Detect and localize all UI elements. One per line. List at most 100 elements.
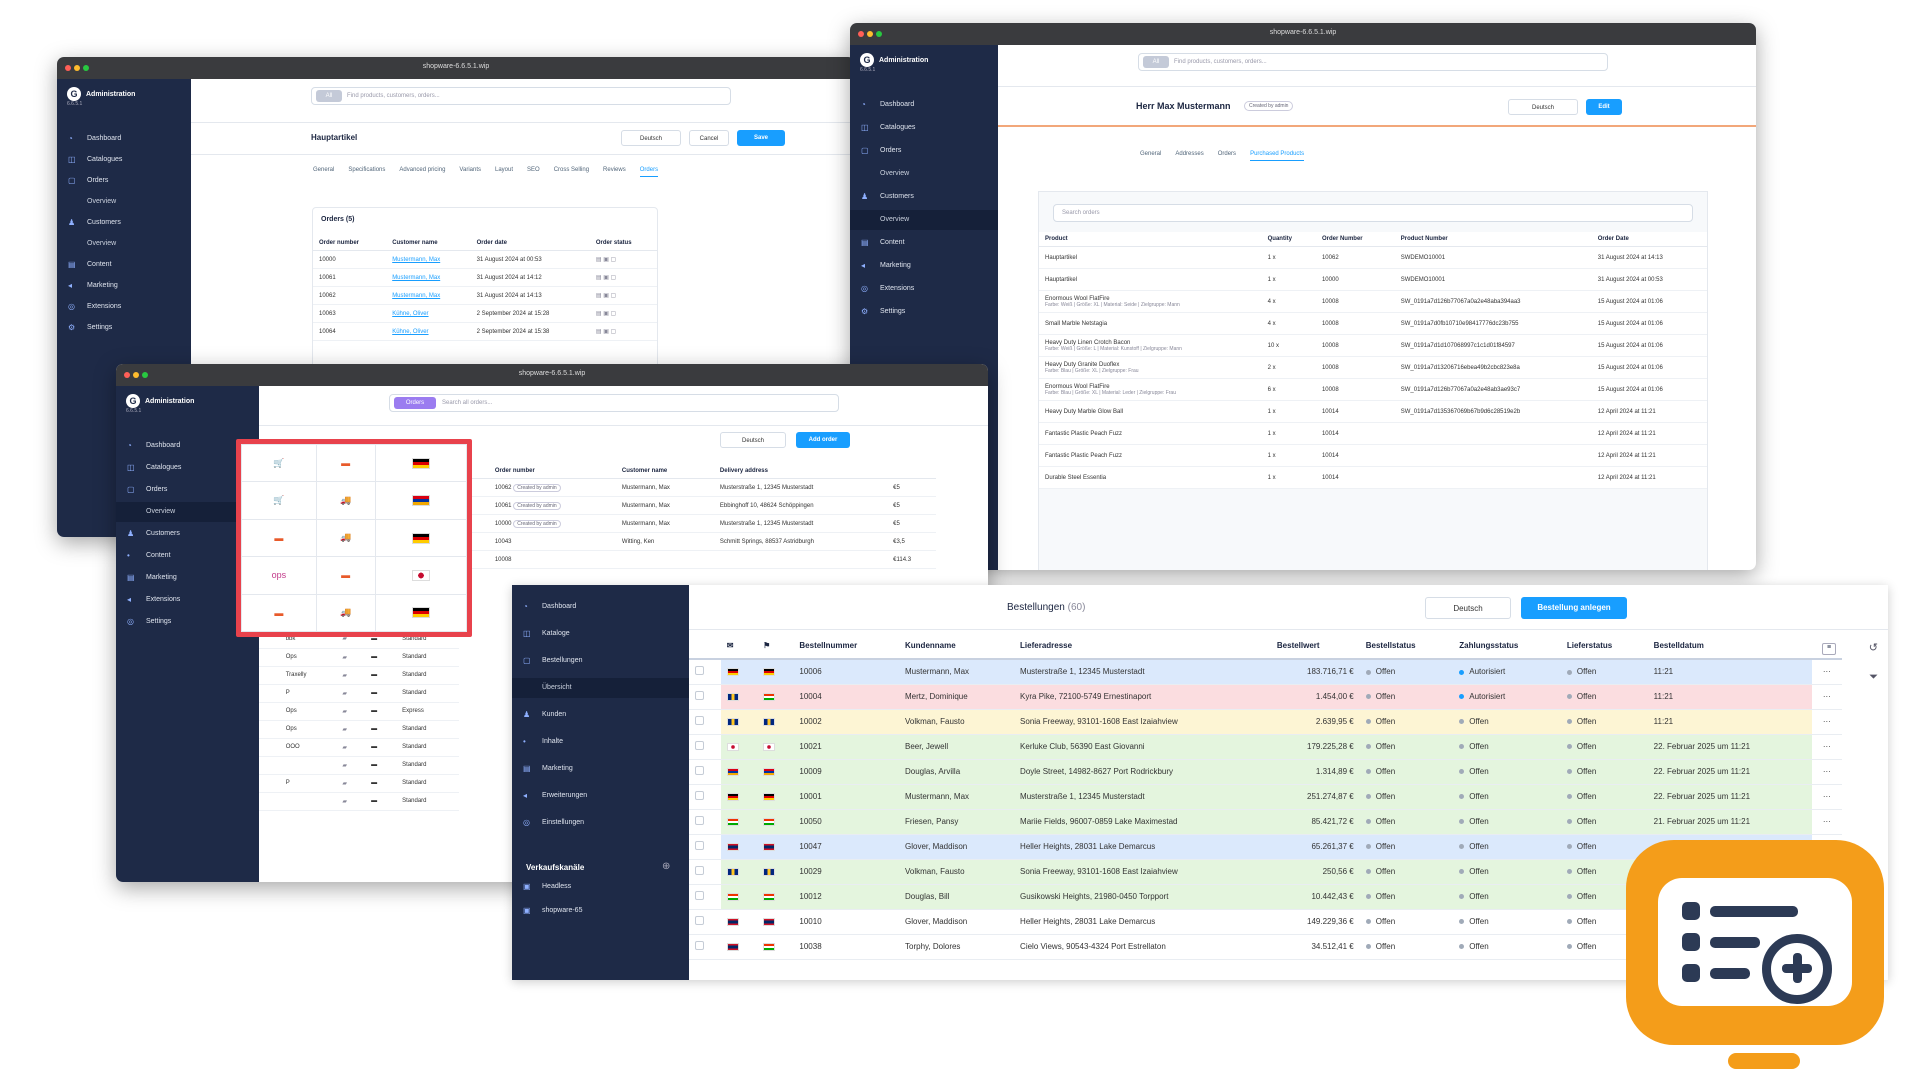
tab-general[interactable]: General [1140,151,1161,157]
nav-item-dashboard[interactable]: ◔ Dashboard [512,597,689,617]
language-select[interactable]: Deutsch [1508,99,1578,115]
nav-item-settings[interactable]: ⚙ Settings [57,318,191,338]
tab-advanced-pricing[interactable]: Advanced pricing [399,167,445,173]
row-checkbox[interactable] [259,738,280,757]
nav-item-content[interactable]: ▤ Content [57,255,191,275]
carrier-row[interactable]: Ops ▰ ▬ Standard [259,720,459,739]
sales-channel-headless[interactable]: ▣ Headless [512,877,689,897]
row-actions[interactable]: ··· [1811,684,1842,710]
order-number[interactable]: 10010 [793,909,899,935]
sales-channel-shopware-65[interactable]: ▣ shopware-65 [512,901,689,921]
global-search[interactable]: All Find products, customers, orders... [311,87,731,105]
nav-item-catalogues[interactable]: ◫ Catalogues [57,150,191,170]
order-search[interactable]: Orders Search all orders... [389,394,839,412]
save-button[interactable]: Save [737,130,785,146]
order-number[interactable]: 10009 [793,759,899,785]
column-header[interactable]: Lieferadresse [1014,633,1271,660]
tab-addresses[interactable]: Addresses [1175,151,1203,157]
tab-reviews[interactable]: Reviews [603,167,626,173]
order-search[interactable]: Search orders [1053,204,1693,222]
cancel-button[interactable]: Cancel [689,130,729,146]
nav-item-erweiterungen[interactable]: ◂ Erweiterungen [512,786,689,806]
tab-orders[interactable]: Orders [639,167,659,177]
column-header[interactable]: Order date [470,236,590,251]
order-number[interactable]: 10021 [793,734,899,760]
checkbox[interactable] [695,891,704,900]
nav-item-overview[interactable]: Overview [57,234,191,254]
checkbox[interactable] [695,716,704,725]
nav-item-content[interactable]: ▤ Content [850,233,998,253]
global-search[interactable]: All Find products, customers, orders... [1138,53,1608,71]
order-number[interactable]: 10006 [793,659,899,685]
language-select[interactable]: Deutsch [720,432,786,448]
customer-link[interactable]: Mustermann, Max [386,286,471,305]
customer-link[interactable]: Mustermann, Max [386,250,471,269]
nav-item-einstellungen[interactable]: ◎ Einstellungen [512,813,689,833]
row-checkbox[interactable] [259,720,280,739]
reset-icon[interactable]: ↺ [1869,641,1878,654]
carrier-row[interactable]: P ▰ ▬ Standard [259,774,459,793]
column-header[interactable]: Order status [589,236,657,251]
table-row[interactable]: 10050 Friesen, Pansy Mariie Fields, 96007-… [689,809,1842,835]
column-header[interactable]: Bestelldatum [1647,633,1812,660]
nav-item-customers[interactable]: ♟ Customers [57,213,191,233]
tab-general[interactable]: General [313,167,334,173]
nav-item-extensions[interactable]: ◎ Extensions [57,297,191,317]
row-checkbox[interactable] [689,659,721,685]
row-actions[interactable]: ··· [1811,659,1842,685]
customer-link[interactable]: Kühne, Oliver [386,322,471,341]
table-row[interactable]: 10000 Created by admin Mustermann, Max Mus… [448,514,936,533]
search-type[interactable]: All [1143,56,1169,68]
checkbox[interactable] [695,766,704,775]
column-header[interactable]: Bestellwert [1270,633,1360,660]
row-actions[interactable]: ··· [1811,784,1842,810]
row-checkbox[interactable] [689,734,721,760]
column-header[interactable]: Order Number [1315,232,1395,247]
row-checkbox[interactable] [259,792,280,811]
customer-link[interactable]: Kühne, Oliver [386,304,471,323]
table-row[interactable]: 10009 Douglas, Arvilla Doyle Street, 14982… [689,759,1842,785]
table-row[interactable]: 10043 Witting, Ken Schmitt Springs, 88537… [448,532,936,551]
checkbox[interactable] [695,816,704,825]
nav-item-dashboard[interactable]: ◔ Dashboard [850,95,998,115]
nav-item-overview[interactable]: Overview [57,192,191,212]
tab-seo[interactable]: SEO [527,167,540,173]
table-row[interactable]: 10000 Mustermann, Max 31 August 2024 at 00… [313,250,657,269]
edit-button[interactable]: Edit [1586,99,1622,115]
envelope-icon[interactable]: ✉ [720,633,758,660]
language-select[interactable]: Deutsch [1425,597,1511,619]
column-header[interactable]: Product Number [1394,232,1592,247]
carrier-row[interactable]: ▰ ▬ Standard [259,756,459,775]
search-type[interactable]: Orders [394,397,436,409]
row-checkbox[interactable] [259,756,280,775]
table-row[interactable]: 10021 Beer, Jewell Kerluke Club, 56390 Eas… [689,734,1842,760]
column-header[interactable]: Customer name [386,236,471,251]
table-row[interactable]: 10062 Mustermann, Max 31 August 2024 at 14… [313,286,657,305]
row-checkbox[interactable] [689,859,721,885]
table-row[interactable]: 10008 €114.3 [448,550,936,569]
add-order-button[interactable]: Add order [796,432,850,448]
add-sales-channel-icon[interactable]: ⊕ [662,861,670,872]
order-number[interactable]: 10038 [793,934,899,960]
checkbox[interactable] [695,791,704,800]
carrier-row[interactable]: P ▰ ▬ Standard [259,684,459,703]
nav-item--bersicht[interactable]: Übersicht [512,678,689,698]
order-number[interactable]: 10029 [793,859,899,885]
nav-item-overview[interactable]: Overview [850,210,998,230]
nav-item-marketing[interactable]: ▤ Marketing [512,759,689,779]
nav-item-kunden[interactable]: ♟ Kunden [512,705,689,725]
table-row[interactable]: 10006 Mustermann, Max Musterstraße 1, 1234… [689,659,1842,685]
checkbox[interactable] [695,916,704,925]
column-header[interactable]: Order number [313,236,387,251]
order-number[interactable]: 10047 [793,834,899,860]
row-checkbox[interactable] [689,709,721,735]
order-number[interactable]: 10012 [793,884,899,910]
row-checkbox[interactable] [689,884,721,910]
carrier-row[interactable]: Ops ▰ ▬ Express [259,702,459,721]
column-settings-icon[interactable]: ≡ [1822,643,1836,655]
column-header[interactable]: Quantity [1261,232,1316,247]
row-actions[interactable]: ··· [1811,709,1842,735]
order-number[interactable]: 10050 [793,809,899,835]
row-actions[interactable]: ··· [1811,734,1842,760]
table-row[interactable]: 10001 Mustermann, Max Musterstraße 1, 1234… [689,784,1842,810]
